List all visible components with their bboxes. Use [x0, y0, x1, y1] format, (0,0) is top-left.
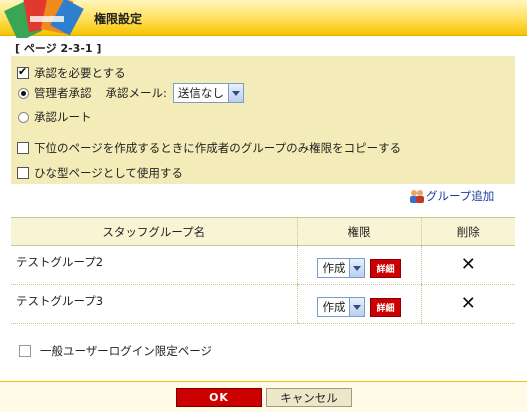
- login-only-option[interactable]: 一般ユーザーログイン限定ページ: [19, 343, 212, 359]
- approval-options-panel: 承認を必要とする 管理者承認 承認メール: 送信なし 承認ルート 下位のページを…: [11, 56, 515, 184]
- require-approval-label: 承認を必要とする: [34, 66, 126, 80]
- group-name: テストグループ3: [11, 284, 297, 324]
- detail-button[interactable]: 詳細: [370, 258, 401, 278]
- permission-value: 作成: [322, 261, 346, 275]
- header-permission: 権限: [296, 217, 421, 246]
- permission-cell: 作成 詳細: [296, 284, 421, 324]
- approval-admin-radio[interactable]: [18, 87, 29, 99]
- delete-cell: ✕: [420, 284, 515, 324]
- permission-cell: 作成 詳細: [296, 245, 421, 285]
- copy-creator-group-checkbox[interactable]: [17, 142, 29, 154]
- header-bar: 権限設定: [0, 0, 527, 38]
- add-group-label: グループ追加: [426, 189, 495, 203]
- login-only-label: 一般ユーザーログイン限定ページ: [40, 344, 213, 358]
- use-as-template-option[interactable]: ひな型ページとして使用する: [17, 165, 183, 181]
- permission-select[interactable]: 作成: [317, 297, 366, 317]
- page-identifier: [ ページ 2-3-1 ]: [15, 42, 102, 55]
- require-approval-option[interactable]: 承認を必要とする: [17, 65, 126, 81]
- table-header-row: スタッフグループ名 権限 削除: [11, 217, 515, 246]
- permission-value: 作成: [322, 300, 346, 314]
- approval-admin-label: 管理者承認: [34, 86, 92, 100]
- footer-bar: OK キャンセル: [0, 381, 527, 412]
- delete-icon[interactable]: ✕: [461, 293, 476, 314]
- books-logo-icon: [0, 0, 86, 38]
- header-delete: 削除: [420, 217, 515, 246]
- approval-route-radio[interactable]: [18, 111, 29, 123]
- detail-button[interactable]: 詳細: [370, 297, 401, 317]
- delete-icon[interactable]: ✕: [461, 254, 476, 275]
- chevron-down-icon: [349, 259, 365, 277]
- staff-group-table: スタッフグループ名 権限 削除 テストグループ2 作成 詳細 ✕ テストグループ…: [11, 217, 515, 324]
- copy-creator-group-option[interactable]: 下位のページを作成するときに作成者のグループのみ権限をコピーする: [17, 140, 401, 156]
- delete-cell: ✕: [420, 245, 515, 285]
- login-only-checkbox[interactable]: [19, 345, 31, 357]
- approval-route-row[interactable]: 承認ルート: [18, 109, 92, 125]
- cancel-button[interactable]: キャンセル: [266, 388, 352, 407]
- chevron-down-icon: [227, 84, 243, 102]
- approval-mail-value: 送信なし: [177, 86, 224, 100]
- approval-mail-select[interactable]: 送信なし: [172, 83, 244, 103]
- page-title: 権限設定: [94, 12, 143, 26]
- header-group-name: スタッフグループ名: [11, 217, 297, 246]
- require-approval-checkbox[interactable]: [17, 65, 29, 79]
- table-row: テストグループ3 作成 詳細 ✕: [11, 284, 515, 324]
- use-as-template-checkbox[interactable]: [17, 167, 29, 179]
- approval-mail-label: 承認メール:: [105, 86, 167, 100]
- table-row: テストグループ2 作成 詳細 ✕: [11, 245, 515, 285]
- add-group-link[interactable]: グループ追加: [409, 188, 494, 204]
- approval-route-label: 承認ルート: [34, 110, 92, 124]
- group-name: テストグループ2: [11, 245, 297, 285]
- copy-creator-group-label: 下位のページを作成するときに作成者のグループのみ権限をコピーする: [34, 141, 402, 155]
- use-as-template-label: ひな型ページとして使用する: [34, 166, 183, 180]
- group-add-icon: [409, 188, 425, 204]
- approval-admin-row: 管理者承認 承認メール: 送信なし: [18, 83, 244, 103]
- chevron-down-icon: [349, 298, 365, 316]
- permission-select[interactable]: 作成: [317, 258, 366, 278]
- ok-button[interactable]: OK: [176, 388, 262, 407]
